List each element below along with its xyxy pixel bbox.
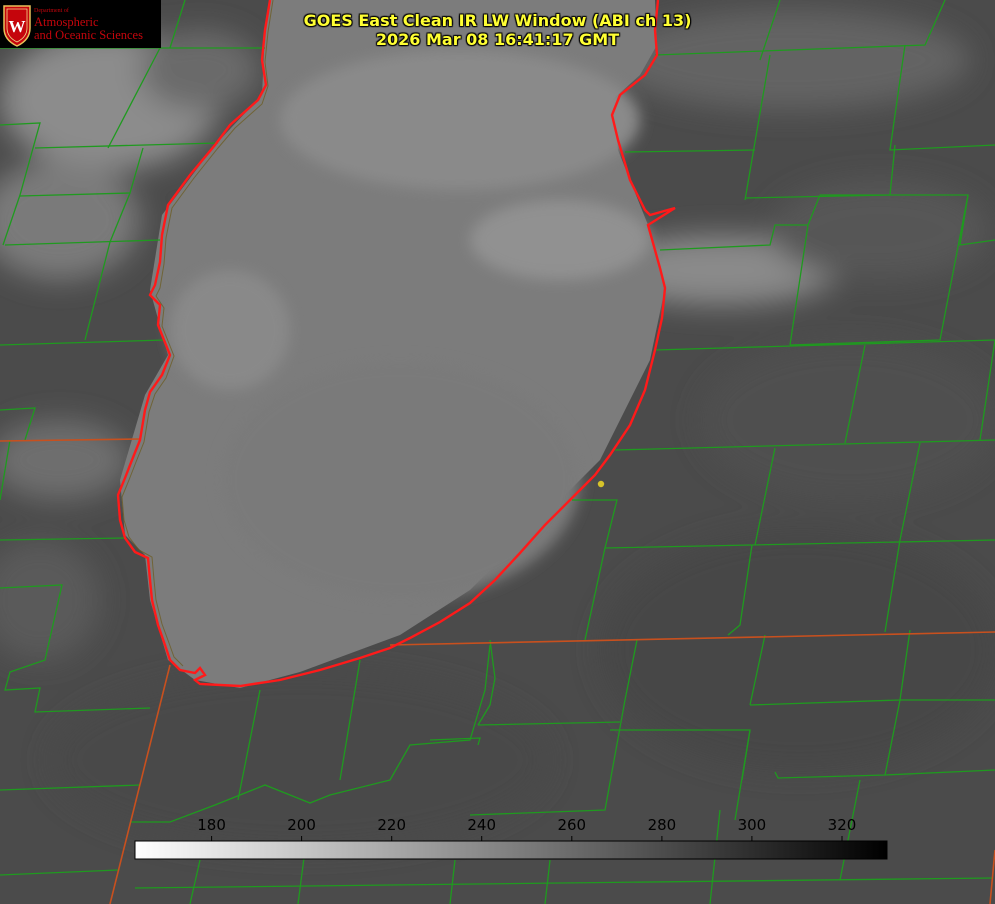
colorbar-tick-label: 260: [557, 816, 586, 834]
colorbar-tick-label: 280: [648, 816, 677, 834]
colorbar-gradient: [134, 840, 888, 860]
location-marker-icon: [597, 480, 605, 488]
image-title-product: GOES East Clean IR LW Window (ABI ch 13): [303, 11, 692, 30]
colorbar-tick-label: 300: [738, 816, 767, 834]
colorbar-tick-label: 320: [828, 816, 857, 834]
colorbar-tick-label: 240: [467, 816, 496, 834]
image-title-timestamp: 2026 Mar 08 16:41:17 GMT: [375, 30, 620, 49]
colorbar-tick-label: 200: [287, 816, 316, 834]
colorbar-tick-label: 220: [377, 816, 406, 834]
satellite-map-svg: 180 200 220 240 260 280 300 320: [0, 0, 995, 904]
satellite-image: 180 200 220 240 260 280 300 320 W Depart…: [0, 0, 995, 904]
colorbar-tick-label: 180: [197, 816, 226, 834]
image-title: GOES East Clean IR LW Window (ABI ch 13)…: [0, 11, 995, 49]
